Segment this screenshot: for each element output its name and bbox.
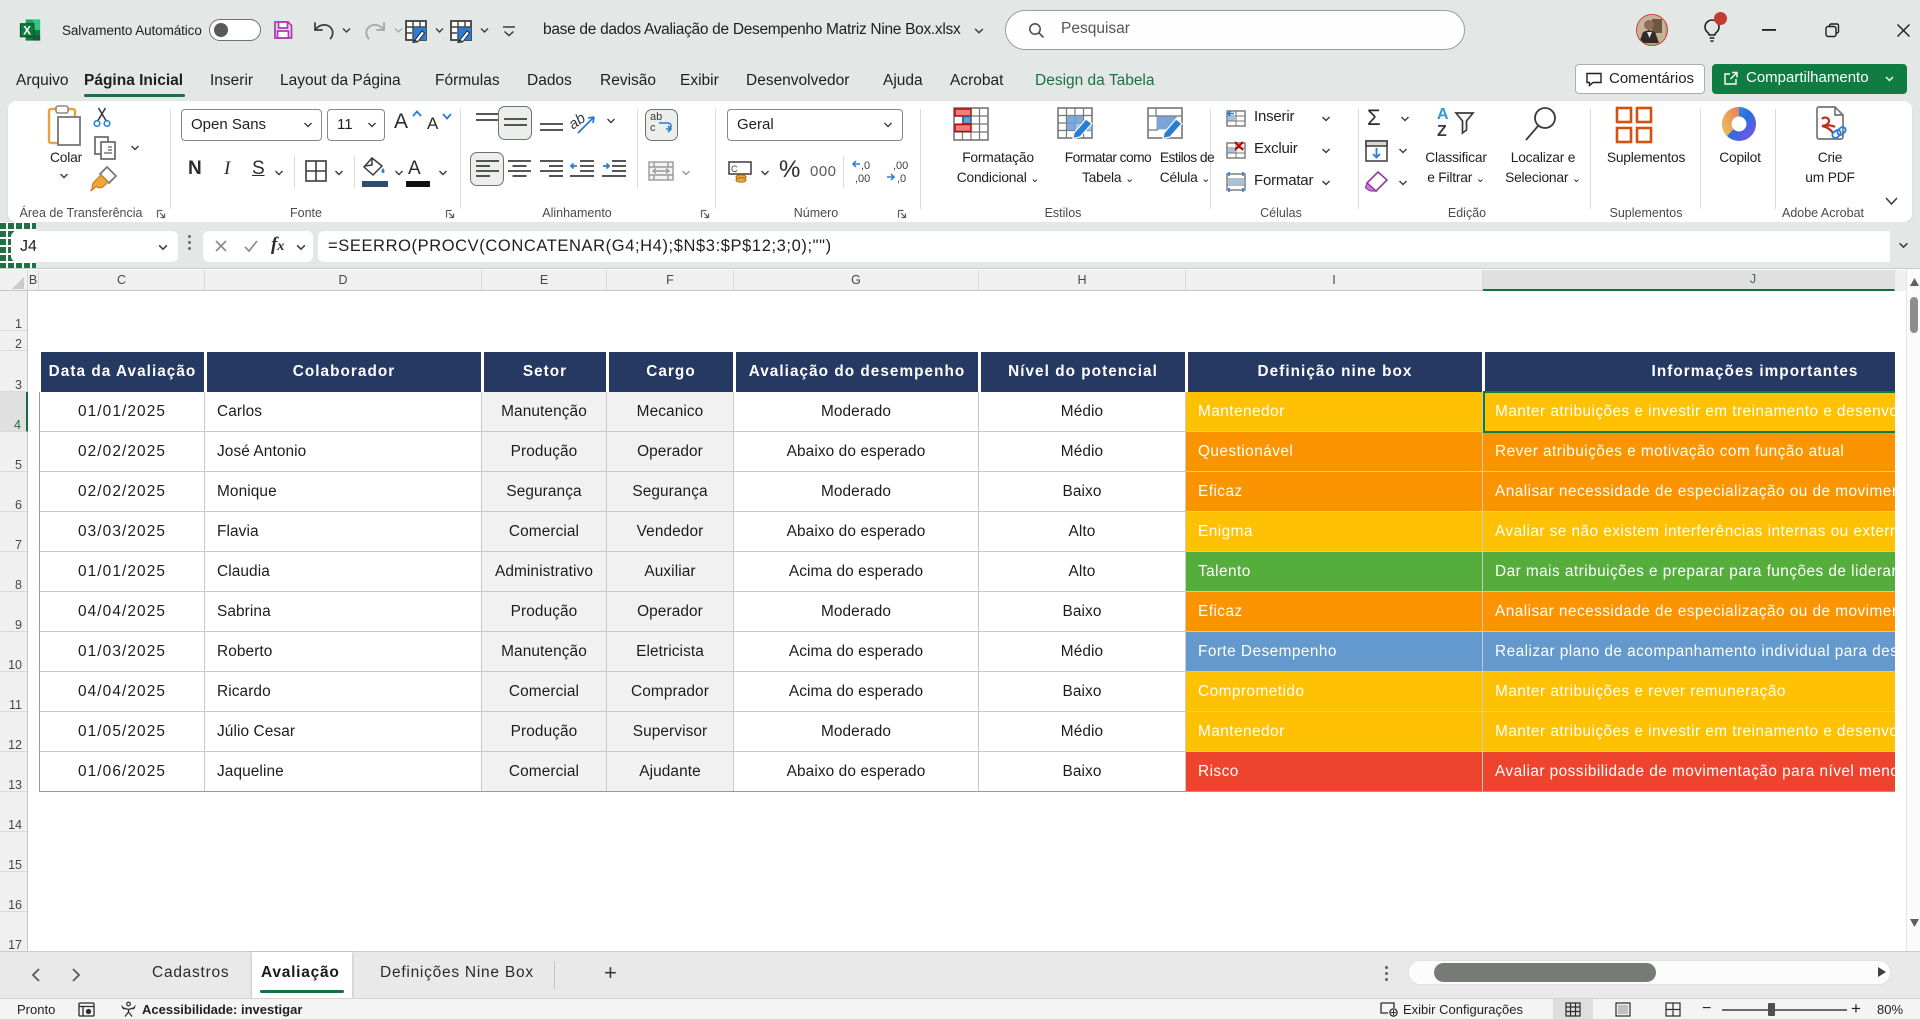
svg-text:c: c — [650, 122, 656, 134]
svg-text:,0: ,0 — [897, 173, 906, 184]
svg-text:C: C — [731, 164, 738, 174]
svg-text:,00: ,00 — [893, 160, 908, 172]
svg-text:,0: ,0 — [861, 160, 870, 172]
svg-text:A: A — [1437, 106, 1449, 123]
svg-text:ab: ab — [570, 110, 589, 133]
svg-text:,00: ,00 — [855, 173, 870, 184]
svg-text:Z: Z — [1437, 123, 1447, 140]
svg-text:X: X — [23, 25, 31, 37]
